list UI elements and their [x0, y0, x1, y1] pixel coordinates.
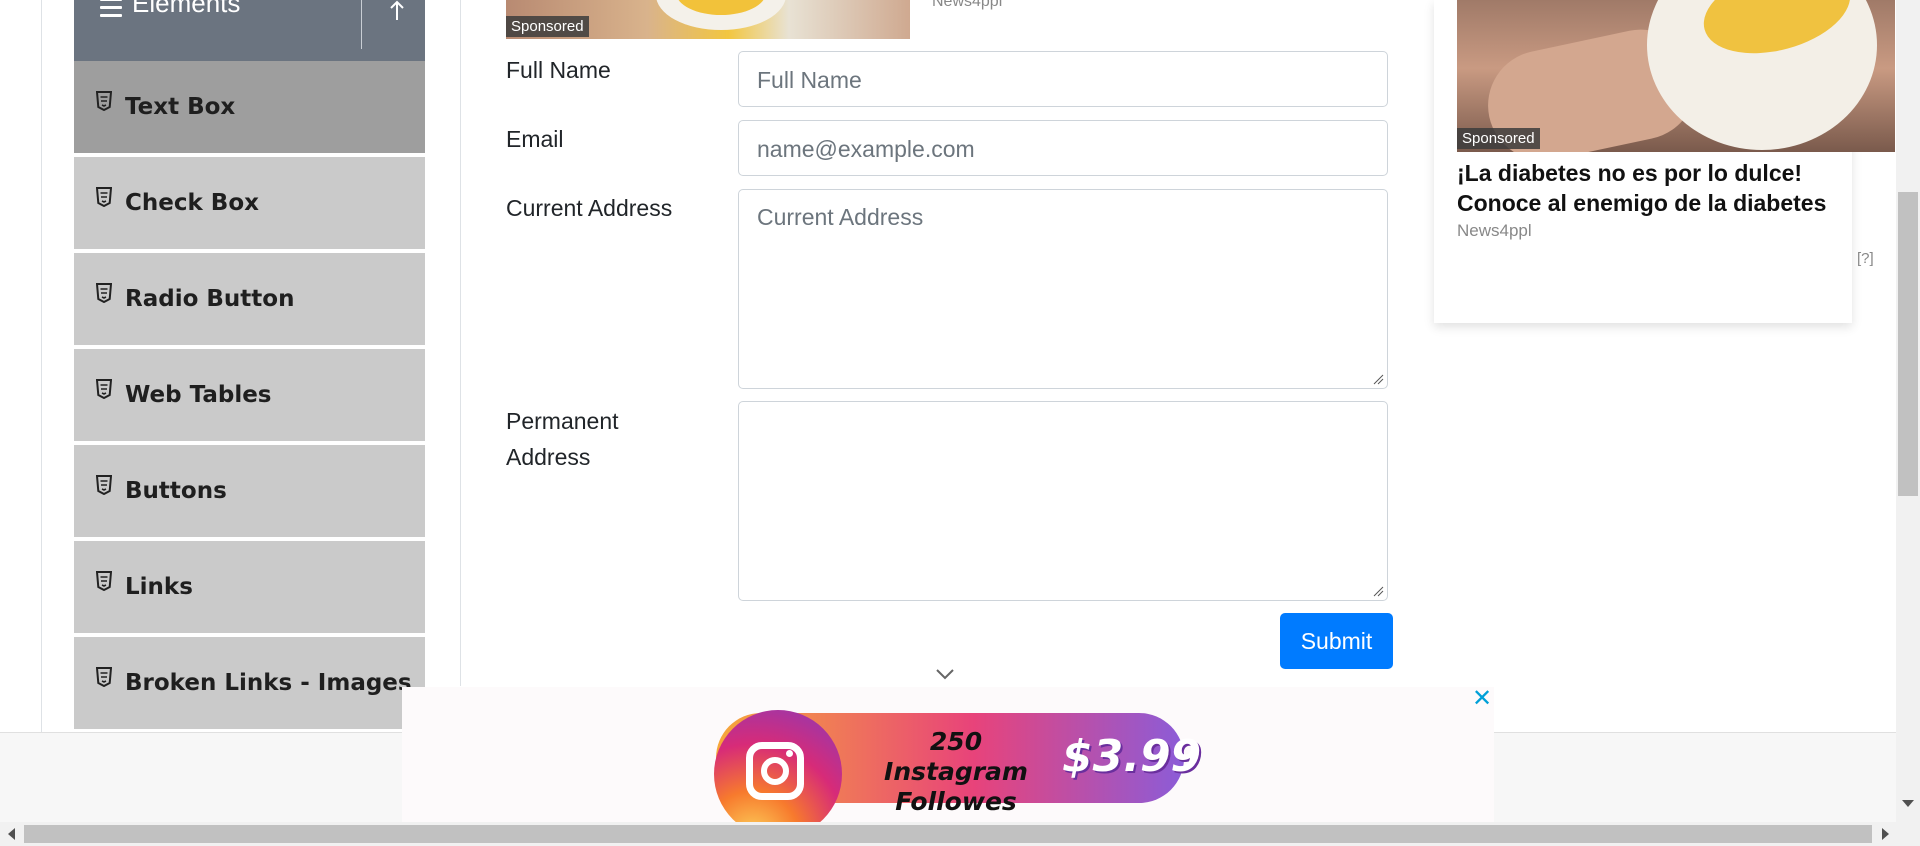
hamburger-icon [100, 0, 122, 18]
elements-group-header[interactable]: Elements [74, 0, 425, 61]
sidebar-item-label: Check Box [125, 190, 259, 216]
scroll-right-arrow-icon[interactable] [1882, 828, 1889, 840]
content-divider [460, 0, 461, 686]
permanent-address-label: Permanent Address [506, 403, 619, 475]
sidebar-item-label: Radio Button [125, 286, 295, 312]
right-ad-source: News4ppl [1457, 221, 1532, 240]
html5-icon [96, 475, 112, 495]
sidebar: Elements Text Box Check Box Radio Button… [74, 0, 425, 732]
sidebar-item-label: Text Box [125, 94, 236, 120]
permanent-address-label-line1: Permanent [506, 408, 619, 434]
current-address-placeholder: Current Address [757, 204, 924, 230]
sidebar-item-check-box[interactable]: Check Box [74, 157, 425, 251]
sidebar-item-radio-button[interactable]: Radio Button [74, 253, 425, 347]
group-title: Elements [132, 0, 241, 18]
email-label: Email [506, 126, 564, 152]
horizontal-scrollbar-thumb[interactable] [24, 825, 1872, 843]
ad-text-line1: 250 Instagram [884, 727, 1028, 786]
permanent-address-textarea[interactable] [738, 401, 1388, 601]
vertical-scrollbar-thumb[interactable] [1898, 192, 1918, 496]
html5-icon [96, 91, 112, 111]
full-name-label: Full Name [506, 57, 611, 83]
resize-grip-icon[interactable] [1372, 585, 1384, 597]
header-separator [361, 0, 362, 49]
vertical-scrollbar[interactable] [1896, 0, 1920, 822]
ad-info-link[interactable]: [?] [1857, 250, 1874, 267]
sponsored-badge: Sponsored [1457, 128, 1540, 149]
horizontal-scrollbar[interactable] [0, 822, 1920, 846]
sidebar-item-links[interactable]: Links [74, 541, 425, 635]
ad-price: $3.99 [1062, 731, 1202, 782]
collapse-icon[interactable] [384, 0, 410, 22]
instagram-logo-icon [714, 710, 842, 838]
resize-grip-icon[interactable] [1372, 373, 1384, 385]
sidebar-item-label: Broken Links - Images [125, 670, 412, 696]
top-ad-image[interactable]: Sponsored [506, 0, 910, 39]
instagram-ad-banner[interactable]: 250 Instagram Followes $3.99 [714, 710, 1201, 838]
html5-icon [96, 667, 112, 687]
page-left-rule [41, 0, 42, 732]
sidebar-item-broken-links[interactable]: Broken Links - Images [74, 637, 425, 731]
sidebar-item-label: Links [125, 574, 193, 600]
sidebar-item-label: Buttons [125, 478, 227, 504]
scroll-left-arrow-icon[interactable] [8, 828, 15, 840]
right-ad-title[interactable]: ¡La diabetes no es por lo dulce! Conoce … [1457, 158, 1877, 218]
permanent-address-label-line2: Address [506, 444, 591, 470]
top-ad-source[interactable]: News4ppl [932, 0, 1002, 11]
close-icon[interactable]: ✕ [1470, 687, 1494, 711]
chevron-down-icon[interactable] [935, 667, 955, 681]
email-input[interactable]: name@example.com [738, 120, 1388, 176]
sidebar-item-label: Web Tables [125, 382, 272, 408]
sponsored-badge: Sponsored [506, 16, 589, 37]
full-name-input[interactable]: Full Name [738, 51, 1388, 107]
ad-text: 250 Instagram Followes [856, 727, 1056, 817]
html5-icon [96, 379, 112, 399]
html5-icon [96, 283, 112, 303]
sidebar-item-web-tables[interactable]: Web Tables [74, 349, 425, 443]
right-ad-image[interactable]: Sponsored [1457, 0, 1895, 152]
sidebar-item-buttons[interactable]: Buttons [74, 445, 425, 539]
ad-text-line2: Followes [895, 787, 1017, 816]
right-ad-card[interactable]: Sponsored ¡La diabetes no es por lo dulc… [1434, 0, 1895, 323]
submit-button[interactable]: Submit [1280, 613, 1393, 669]
html5-icon [96, 571, 112, 591]
current-address-label: Current Address [506, 195, 673, 221]
current-address-textarea[interactable]: Current Address [738, 189, 1388, 389]
scroll-down-arrow-icon[interactable] [1902, 800, 1914, 807]
html5-icon [96, 187, 112, 207]
sidebar-item-text-box[interactable]: Text Box [74, 61, 425, 155]
